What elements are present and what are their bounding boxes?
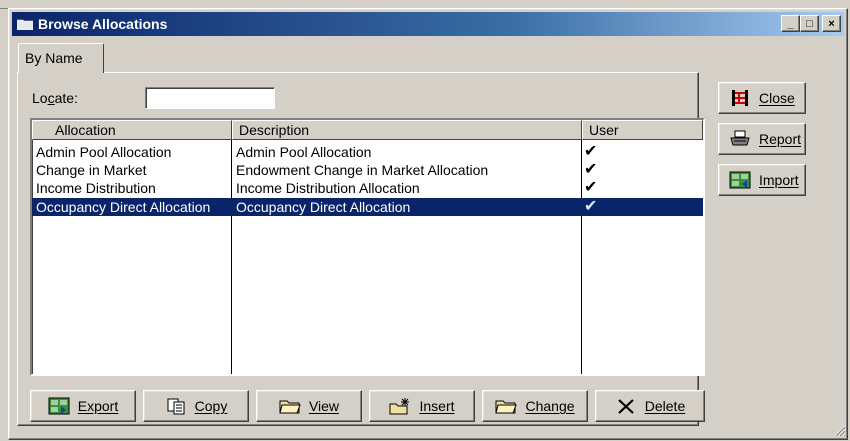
cell-description: Occupancy Direct Allocation (236, 199, 411, 215)
checkmark-icon: ✔ (584, 161, 598, 178)
cell-allocation: Occupancy Direct Allocation (36, 199, 211, 215)
checkmark-icon: ✔ (584, 179, 598, 196)
change-button-label: Change (525, 398, 575, 414)
delete-x-icon (618, 399, 634, 414)
export-icon (48, 397, 70, 415)
change-button[interactable]: Change (482, 390, 588, 422)
copy-button-label: Copy (194, 398, 228, 414)
checkmark-icon: ✔ (584, 143, 598, 160)
import-button[interactable]: Import (718, 164, 806, 196)
cell-allocation: Change in Market (36, 162, 147, 178)
copy-icon (167, 398, 185, 415)
list-header: Allocation Description User (32, 120, 703, 140)
column-header-user[interactable]: User (582, 120, 703, 140)
close-button[interactable]: Close (718, 82, 806, 114)
view-button[interactable]: View (256, 390, 362, 422)
report-button-label: Report (758, 131, 801, 147)
tab-by-name[interactable]: By Name (18, 43, 104, 73)
column-header-allocation[interactable]: Allocation (32, 120, 232, 140)
view-button-label: View (308, 398, 340, 414)
import-button-label: Import (759, 172, 799, 188)
cell-description: Endowment Change in Market Allocation (236, 162, 489, 178)
cell-allocation: Admin Pool Allocation (36, 144, 172, 160)
folder-view-icon (279, 400, 301, 414)
delete-button[interactable]: Delete (595, 390, 705, 422)
insert-button[interactable]: Insert (369, 390, 475, 422)
allocations-list[interactable]: Allocation Description User Admin Pool A… (30, 118, 705, 376)
report-button[interactable]: Report (718, 123, 806, 155)
delete-button-label: Delete (644, 398, 686, 414)
maximize-button[interactable]: □ (800, 15, 819, 32)
export-button[interactable]: Export (30, 390, 136, 422)
printer-icon (730, 130, 750, 146)
table-row[interactable]: Income Distribution Income Distribution … (32, 179, 703, 197)
checkmark-icon: ✔ (584, 198, 598, 215)
locate-label: Locate: (32, 90, 78, 106)
title-bar[interactable]: Browse Allocations _ □ × (12, 12, 844, 36)
cell-description: Income Distribution Allocation (236, 180, 420, 196)
close-window-button[interactable]: × (822, 15, 841, 32)
locate-input[interactable] (145, 87, 275, 109)
cell-description: Admin Pool Allocation (236, 144, 372, 160)
tab-label: By Name (25, 50, 83, 66)
insert-button-label: Insert (419, 398, 455, 414)
copy-button[interactable]: Copy (143, 390, 249, 422)
column-header-description[interactable]: Description (232, 120, 582, 140)
export-button-label: Export (77, 398, 119, 414)
insert-folder-icon (389, 398, 410, 415)
minimize-button[interactable]: _ (781, 15, 800, 32)
resize-grip-icon[interactable] (832, 423, 846, 437)
folder-change-icon (495, 400, 518, 414)
cell-allocation: Income Distribution (36, 180, 156, 196)
window-title: Browse Allocations (38, 16, 168, 32)
table-row[interactable]: Change in Market Endowment Change in Mar… (32, 161, 703, 179)
table-row-selected[interactable]: Occupancy Direct Allocation Occupancy Di… (32, 198, 703, 216)
folder-icon (17, 19, 33, 30)
close-gate-icon (732, 90, 748, 106)
table-row[interactable]: Admin Pool Allocation Admin Pool Allocat… (32, 143, 703, 161)
import-icon (729, 171, 751, 189)
close-button-label: Close (759, 90, 795, 106)
